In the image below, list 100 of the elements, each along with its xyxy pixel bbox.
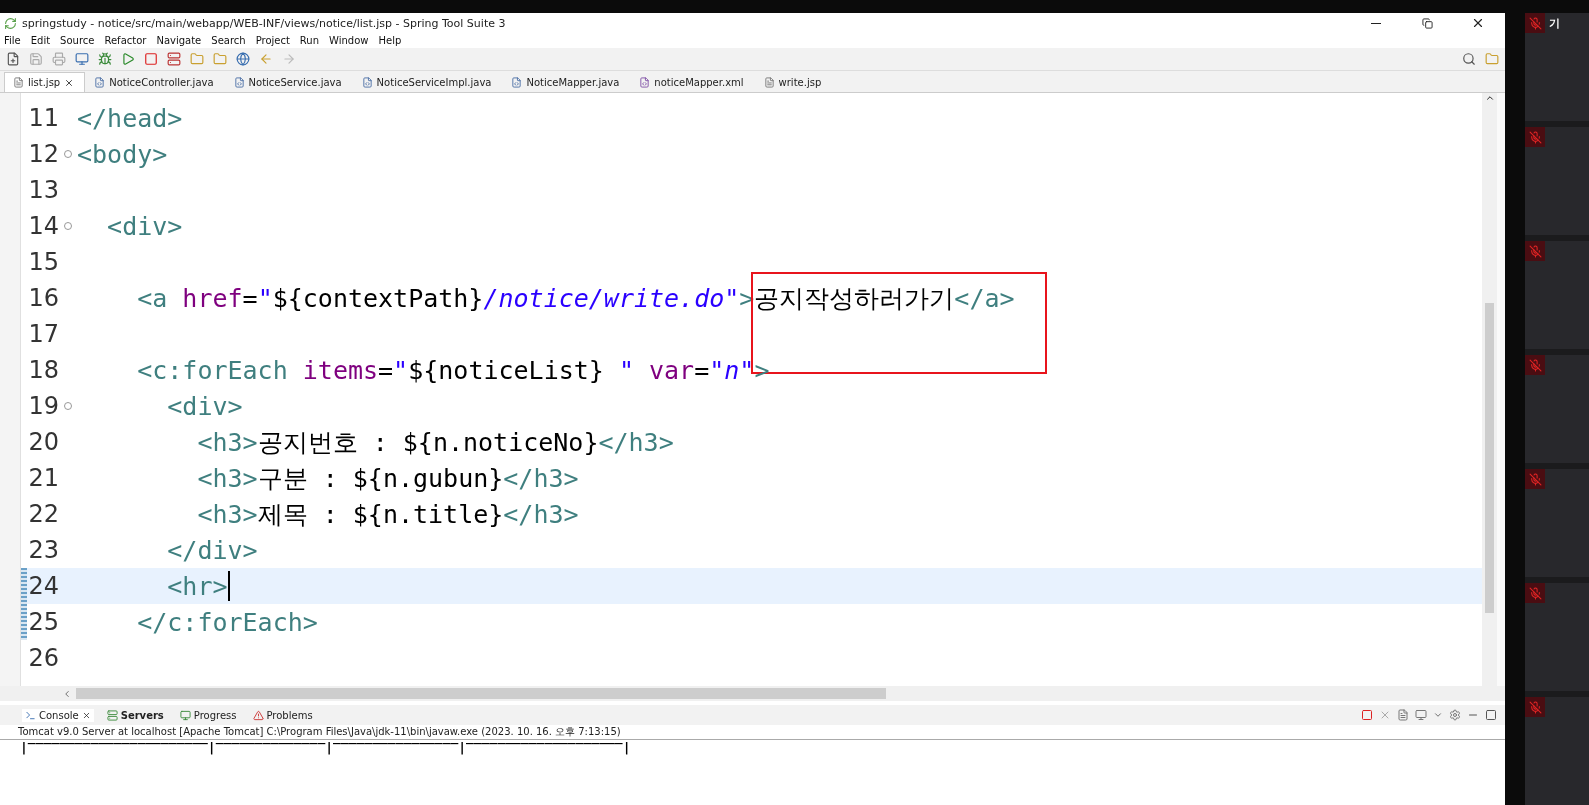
scrollbar-thumb[interactable] — [1485, 303, 1494, 613]
menu-item[interactable]: Help — [378, 35, 402, 46]
back-icon[interactable] — [259, 52, 273, 66]
mic-muted-icon[interactable] — [1525, 355, 1545, 375]
code-token: " — [393, 355, 409, 385]
mic-muted-icon[interactable] — [1525, 469, 1545, 489]
scrollbar-thumb[interactable] — [76, 688, 886, 699]
editor-tab[interactable]: list.jsp — [4, 72, 86, 92]
stop-icon[interactable] — [144, 52, 158, 66]
progress-icon[interactable] — [179, 709, 191, 721]
close-icon[interactable] — [64, 77, 75, 88]
server-icon[interactable] — [167, 52, 181, 66]
code-token: ${contextPath} — [272, 283, 484, 313]
folder-icon[interactable] — [190, 52, 204, 66]
close-icon[interactable] — [81, 710, 91, 720]
line-number: 26 — [27, 644, 59, 672]
participant-name: 기 — [1549, 16, 1560, 31]
remove-icon[interactable] — [1379, 709, 1391, 721]
menu-item[interactable]: Navigate — [156, 35, 202, 46]
settings-icon[interactable] — [1449, 709, 1461, 721]
file-icon[interactable] — [13, 77, 24, 88]
display-icon[interactable] — [1415, 709, 1427, 721]
line-number: 17 — [27, 320, 59, 348]
java-file-icon[interactable] — [361, 77, 373, 88]
scroll-left-icon[interactable] — [62, 688, 72, 699]
run-icon[interactable] — [121, 52, 135, 66]
document-icon[interactable] — [1397, 709, 1409, 721]
menu-item[interactable]: Window — [329, 35, 369, 46]
code-token: 구분 : ${n.gubun} — [257, 462, 504, 495]
console-output: |‾‾‾‾‾‾‾‾‾‾‾‾‾‾‾‾‾‾‾‾‾‾‾|‾‾‾‾‾‾‾‾‾‾‾‾‾‾|‾‾‾‾‾‾‾‾‾‾‾‾‾‾‾‾|‾‾‾‾‾‾‾‾‾‾‾‾‾‾‾‾‾‾‾‾| — [20, 740, 631, 755]
code-token: </div> — [166, 535, 258, 565]
console-tab[interactable]: Servers — [103, 708, 167, 722]
code-token: "n" — [709, 355, 755, 385]
mic-muted-icon[interactable] — [1525, 13, 1545, 33]
minimize-icon — [1371, 22, 1381, 24]
print-icon[interactable] — [52, 52, 66, 66]
menu-item[interactable]: Edit — [30, 35, 51, 46]
new-file-icon[interactable] — [6, 52, 20, 66]
xml-file-icon[interactable] — [639, 77, 651, 88]
editor-tab[interactable]: NoticeService.java — [224, 72, 353, 92]
search-icon[interactable] — [1462, 52, 1476, 66]
mic-muted-icon[interactable] — [1525, 241, 1545, 261]
code-token: 공지작성하러가기 — [754, 281, 955, 315]
code-token: </head> — [77, 103, 183, 133]
menu-item[interactable]: Source — [60, 35, 95, 46]
code-token: </h3> — [598, 427, 674, 457]
menu-item[interactable]: Project — [255, 35, 290, 46]
file-icon[interactable] — [763, 77, 775, 88]
code-token: </h3> — [503, 499, 579, 529]
line-number: 19 — [27, 392, 59, 420]
menu-item[interactable]: Search — [211, 35, 246, 46]
monitor-icon[interactable] — [75, 52, 89, 66]
code-token: <a — [136, 283, 169, 313]
problems-icon[interactable] — [252, 709, 264, 721]
java-file-icon[interactable] — [511, 77, 523, 88]
code-token: items — [302, 355, 379, 385]
menu-item[interactable]: File — [4, 35, 21, 46]
mic-muted-icon[interactable] — [1525, 697, 1545, 717]
line-number: 21 — [27, 464, 59, 492]
code-token: /notice/write.do" — [483, 283, 740, 313]
line-number: 12 — [27, 140, 59, 168]
mic-muted-icon[interactable] — [1525, 127, 1545, 147]
mic-muted-icon[interactable] — [1525, 583, 1545, 603]
scroll-up-icon[interactable] — [1484, 93, 1495, 103]
console-tab[interactable]: Console — [22, 708, 94, 722]
console-tab[interactable]: Problems — [249, 708, 316, 722]
code-token: 제목 : ${n.title} — [257, 498, 504, 531]
java-file-icon[interactable] — [233, 77, 245, 88]
editor-tab[interactable]: NoticeServiceImpl.java — [352, 72, 503, 92]
code-token: </c:forEach> — [136, 607, 318, 637]
globe-icon[interactable] — [236, 52, 250, 66]
code-token: <h3> — [196, 463, 258, 493]
servers-icon[interactable] — [106, 709, 118, 721]
editor-tab[interactable]: NoticeController.java — [85, 72, 225, 92]
console-header: Tomcat v9.0 Server at localhost [Apache Tomcat] C:\Program Files\Java\jdk-11\bin\javaw.exe (2023. 10. 16. 오후 7:13:15) — [0, 725, 1505, 740]
code-token: </a> — [954, 283, 1015, 313]
console-tab[interactable]: Progress — [176, 708, 240, 722]
bug-icon[interactable] — [98, 52, 112, 66]
console-icon[interactable] — [25, 709, 36, 721]
code-token: = — [694, 355, 710, 385]
code-token: = — [242, 283, 258, 313]
app-logo-icon[interactable] — [4, 16, 17, 30]
menu-item[interactable]: Refactor — [104, 35, 147, 46]
editor-tab[interactable]: write.jsp — [754, 72, 833, 92]
line-number: 25 — [27, 608, 59, 636]
forward-icon[interactable] — [282, 52, 296, 66]
line-number: 18 — [27, 356, 59, 384]
code-token: <hr> — [166, 571, 228, 601]
editor-tab[interactable]: NoticeMapper.java — [502, 72, 631, 92]
java-file-icon[interactable] — [94, 77, 106, 88]
dropdown-icon[interactable] — [1433, 710, 1443, 720]
menu-item[interactable]: Run — [299, 35, 320, 46]
code-token: = — [378, 355, 394, 385]
line-number: 22 — [27, 500, 59, 528]
terminate-icon[interactable] — [1361, 709, 1373, 721]
editor-tab[interactable]: noticeMapper.xml — [630, 72, 755, 92]
code-token: " — [257, 283, 273, 313]
save-icon[interactable] — [29, 52, 43, 66]
code-token: <c:forEach — [136, 355, 289, 385]
maximize-icon[interactable] — [1485, 709, 1497, 721]
